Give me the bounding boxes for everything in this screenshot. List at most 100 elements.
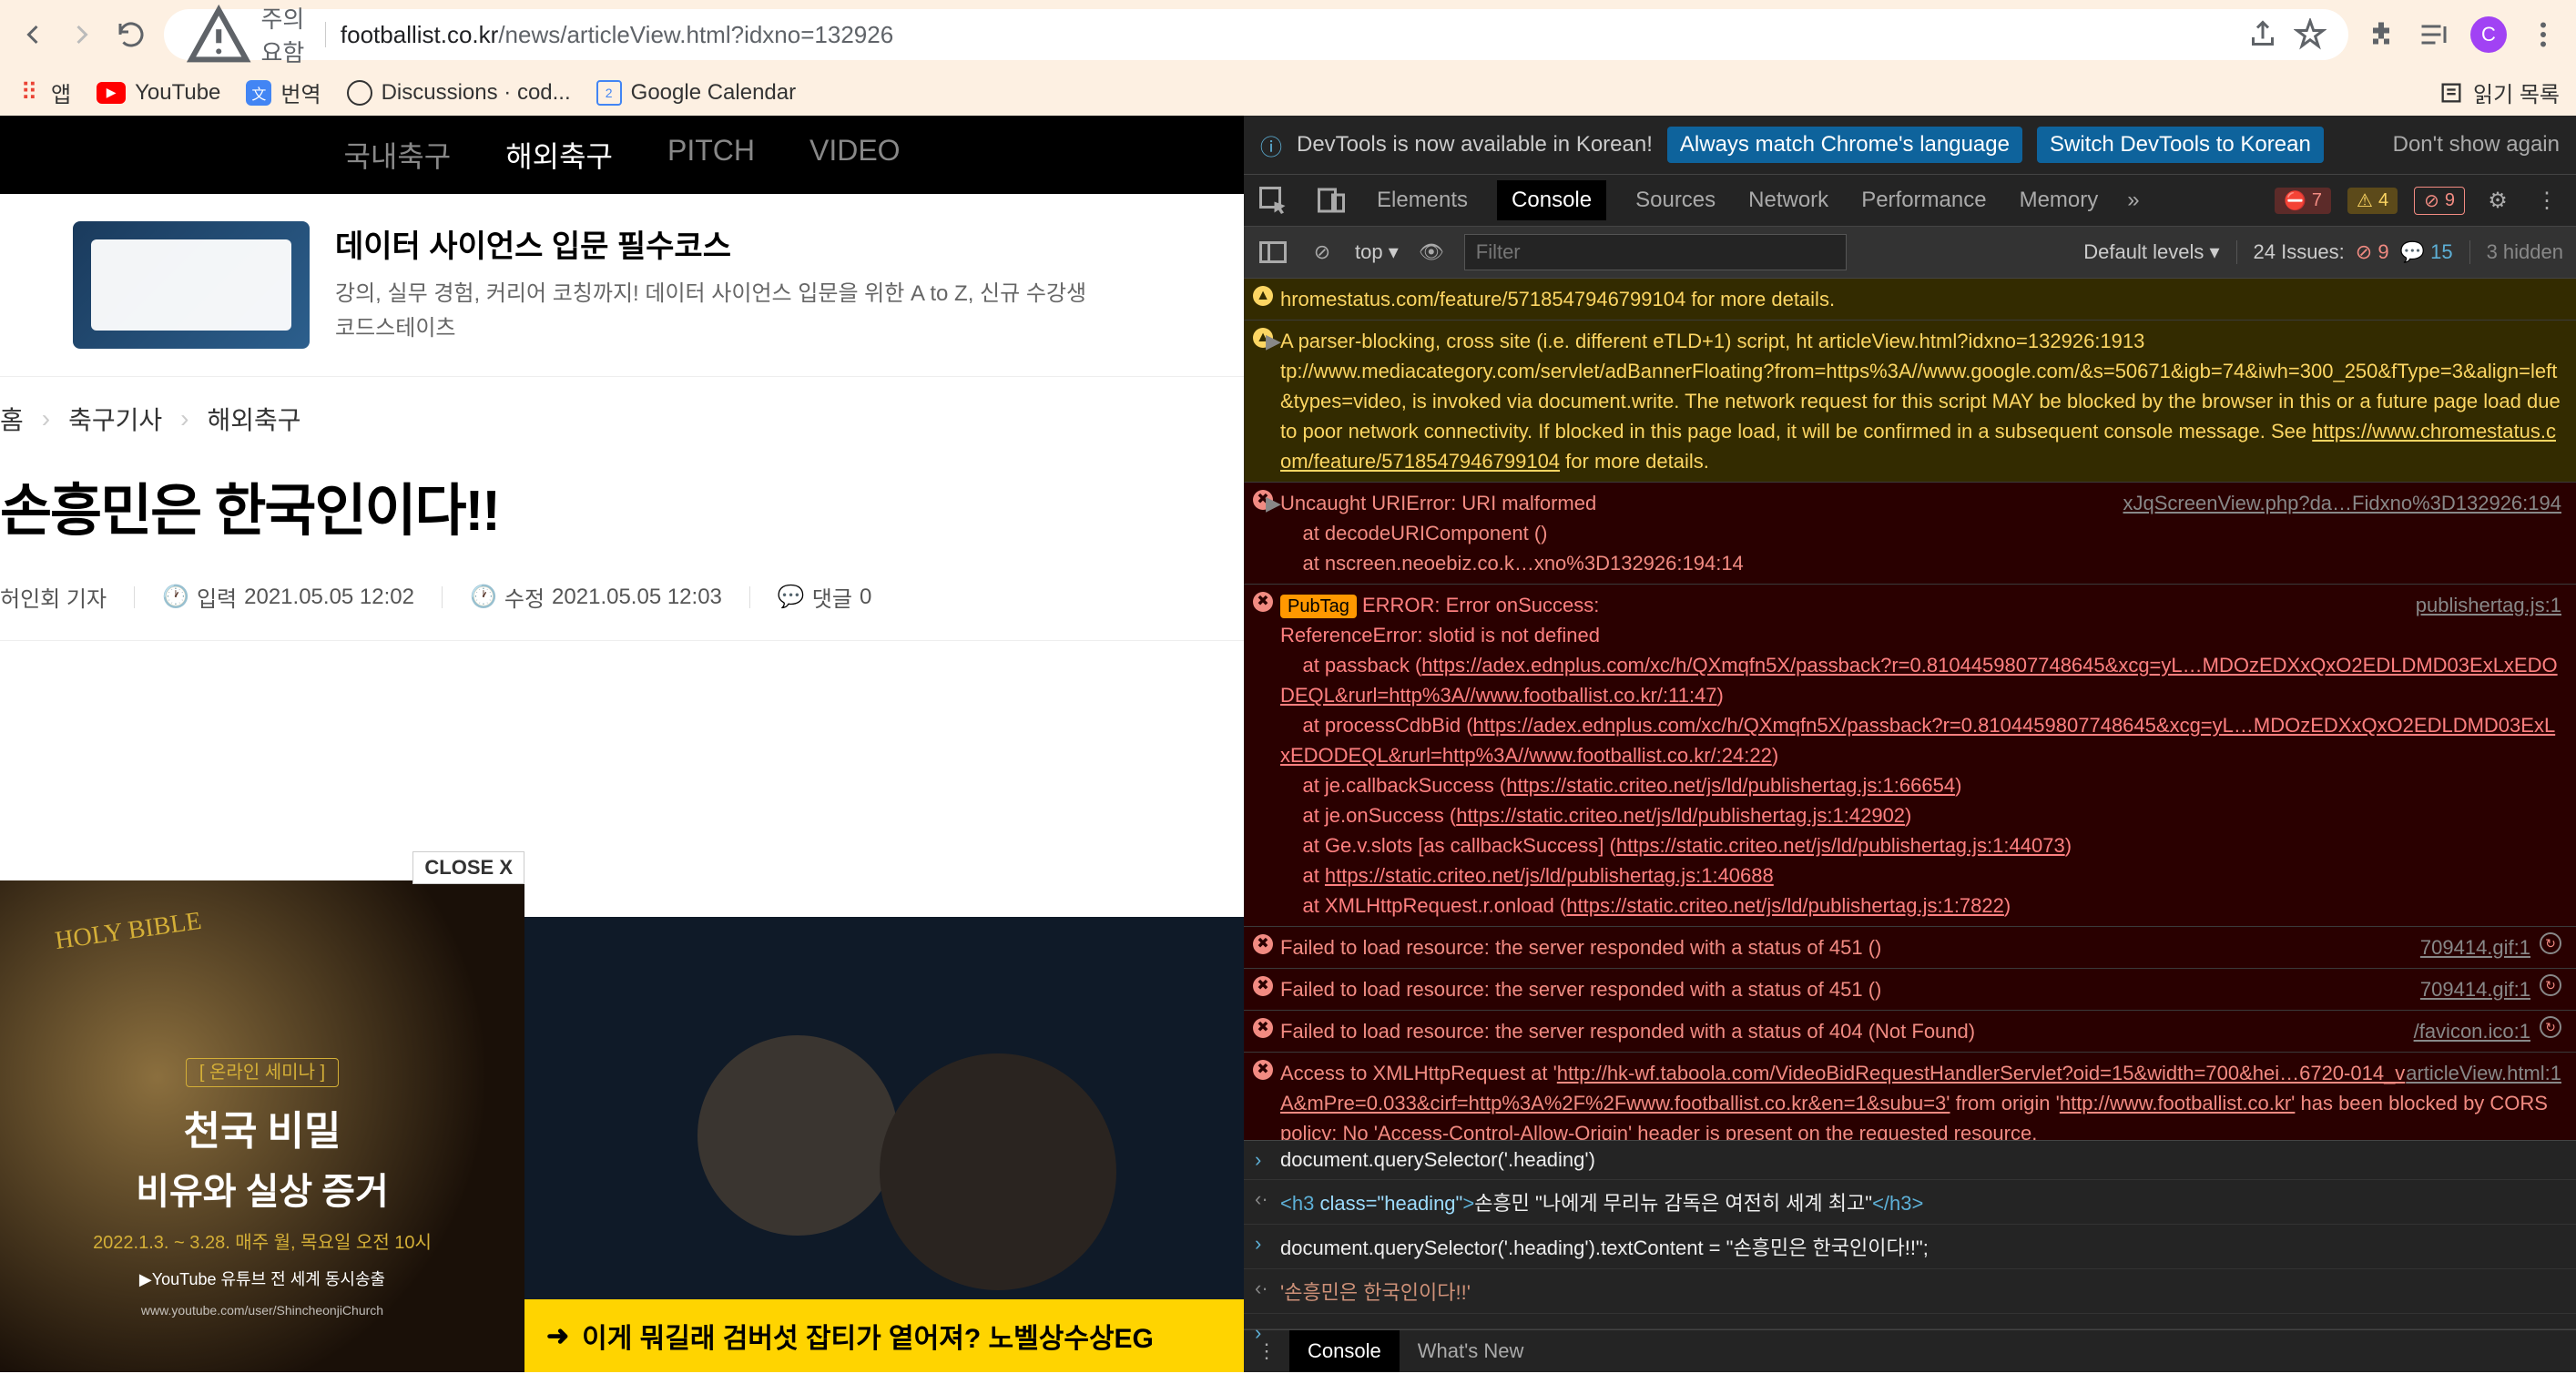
console-log-row[interactable]: ▲▶A parser-blocking, cross site (i.e. di… — [1244, 321, 2576, 483]
forward-button[interactable] — [66, 18, 98, 51]
menu-icon[interactable] — [2527, 18, 2560, 51]
devtools-panel: ⓘ DevTools is now available in Korean! A… — [1244, 116, 2576, 1372]
ad-title: 데이터 사이언스 입문 필수코스 — [335, 221, 1086, 266]
warning-count-badge[interactable]: ⚠ 4 — [2347, 188, 2398, 214]
more-tabs-icon[interactable]: » — [2127, 188, 2139, 213]
inspect-icon[interactable] — [1257, 184, 1289, 217]
overlay-source: www.youtube.com/user/ShincheonjiChurch — [0, 1303, 524, 1318]
console-input-area: ›document.querySelector('.heading')‹· <h… — [1244, 1140, 2576, 1329]
tab-performance[interactable]: Performance — [1858, 180, 1990, 220]
ad-banner[interactable]: 데이터 사이언스 입문 필수코스 강의, 실무 경험, 커리어 코칭까지! 데이… — [0, 194, 1244, 377]
tab-sources[interactable]: Sources — [1632, 180, 1719, 220]
tab-console[interactable]: Console — [1497, 180, 1606, 220]
dismiss-button[interactable]: Don't show again — [2393, 132, 2560, 158]
article-meta: 허인회 기자 🕐 입력 2021.05.05 12:02 🕐 수정 2021.0… — [0, 565, 1244, 641]
nav-domestic[interactable]: 국내축구 — [343, 134, 451, 176]
nav-overseas[interactable]: 해외축구 — [505, 134, 613, 176]
article-headline: 손흥민은 한국인이다!! — [0, 437, 1244, 565]
overlay-bible-text: HOLY BIBLE — [54, 907, 204, 956]
hidden-count[interactable]: 3 hidden — [2469, 240, 2563, 264]
breadcrumb-category[interactable]: 축구기사 — [68, 401, 162, 437]
security-warning-text: 주의 요함 — [260, 1, 310, 68]
reading-list-icon[interactable] — [2418, 18, 2450, 51]
console-log-row[interactable]: ✖↻709414.gif:1Failed to load resource: t… — [1244, 969, 2576, 1011]
extensions-icon[interactable] — [2365, 18, 2398, 51]
reading-list-icon — [2439, 80, 2464, 106]
console-output-row: ‹· <h3 class="heading">손흥민 "나에게 무리뉴 감독은 … — [1244, 1180, 2576, 1225]
context-selector[interactable]: top ▾ — [1355, 240, 1399, 264]
filter-input[interactable] — [1464, 234, 1847, 270]
bookmark-translate[interactable]: 文번역 — [246, 76, 321, 108]
share-icon[interactable] — [2246, 18, 2279, 51]
bookmark-discussions[interactable]: Discussions · cod... — [347, 80, 571, 106]
arrow-icon: ➜ — [546, 1320, 569, 1352]
overlay-date: 2022.1.3. ~ 3.28. 매주 월, 목요일 오전 10시 — [0, 1227, 524, 1254]
tab-network[interactable]: Network — [1745, 180, 1832, 220]
devtools-drawer-tabs: ⋮ Console What's New — [1244, 1329, 2576, 1372]
profile-avatar[interactable]: C — [2470, 16, 2507, 53]
security-warning[interactable]: 주의 요함 — [186, 1, 311, 68]
breadcrumb-sub[interactable]: 해외축구 — [207, 401, 300, 437]
ad-desc: 강의, 실무 경험, 커리어 코칭까지! 데이터 사이언스 입문을 위한 A t… — [335, 277, 1086, 311]
overlay-youtube: ▶YouTube 유튜브 전 세계 동시송출 — [0, 1267, 524, 1290]
article-author: 허인회 기자 — [0, 581, 107, 613]
console-filter-bar: ⊘ top ▾ 👁 Default levels ▾ 24 Issues: ⊘ … — [1244, 227, 2576, 279]
sidebar-toggle-icon[interactable] — [1257, 236, 1289, 269]
drawer-tab-whatsnew[interactable]: What's New — [1400, 1330, 1543, 1372]
devtools-menu-icon[interactable]: ⋮ — [2530, 184, 2563, 217]
issues-label[interactable]: 24 Issues: — [2254, 240, 2345, 264]
star-icon[interactable] — [2294, 18, 2327, 51]
issue-count-badge[interactable]: ⊘ 9 — [2414, 187, 2465, 215]
reading-list-button[interactable]: 읽기 목록 — [2473, 76, 2560, 108]
clear-console-icon[interactable]: ⊘ — [1306, 236, 1339, 269]
info-icon: ⓘ — [1260, 129, 1282, 161]
overlay-close-button[interactable]: CLOSE X — [412, 851, 524, 884]
web-page: 국내축구 해외축구 PITCH VIDEO 데이터 사이언스 입문 필수코스 강… — [0, 116, 1244, 1372]
bookmark-calendar[interactable]: 2Google Calendar — [596, 80, 796, 106]
address-bar[interactable]: 주의 요함 footballist.co.kr/news/articleView… — [164, 9, 2348, 60]
log-levels-selector[interactable]: Default levels ▾ — [2083, 240, 2219, 264]
settings-icon[interactable]: ⚙ — [2481, 184, 2514, 217]
breadcrumb-home[interactable]: 홈 — [0, 401, 24, 437]
console-log-row[interactable]: ✖↻/favicon.ico:1Failed to load resource:… — [1244, 1011, 2576, 1053]
tab-elements[interactable]: Elements — [1373, 180, 1471, 220]
yellow-ad-bar[interactable]: ➜ 이게 뭐길래 검버섯 잡티가 옅어져? 노벨상수상EG — [524, 1299, 1244, 1372]
overlay-title-2: 비유와 실상 증거 — [0, 1162, 524, 1215]
nav-pitch[interactable]: PITCH — [667, 134, 755, 176]
bookmark-youtube[interactable]: ▶YouTube — [97, 80, 220, 106]
devtools-locale-banner: ⓘ DevTools is now available in Korean! A… — [1244, 116, 2576, 175]
article-comments[interactable]: 💬 댓글 0 — [778, 581, 871, 613]
console-log-row[interactable]: ▲hromestatus.com/feature/571854794679910… — [1244, 279, 2576, 321]
back-button[interactable] — [16, 18, 49, 51]
devtools-tabs: Elements Console Sources Network Perform… — [1244, 175, 2576, 227]
ad-brand: 코드스테이츠 — [335, 311, 1086, 346]
console-input-row[interactable]: ›document.querySelector('.heading').text… — [1244, 1225, 2576, 1269]
console-log-row[interactable]: ✖articleView.html:1Access to XMLHttpRequ… — [1244, 1053, 2576, 1140]
url-text: footballist.co.kr/news/articleView.html?… — [341, 21, 2232, 49]
live-expression-icon[interactable]: 👁 — [1415, 236, 1448, 269]
drawer-tab-console[interactable]: Console — [1289, 1330, 1400, 1372]
drawer-menu-icon[interactable]: ⋮ — [1244, 1330, 1289, 1372]
console-input-row[interactable]: ›document.querySelector('.heading') — [1244, 1141, 2576, 1180]
tab-memory[interactable]: Memory — [2016, 180, 2103, 220]
nav-video[interactable]: VIDEO — [809, 134, 901, 176]
browser-toolbar: 주의 요함 footballist.co.kr/news/articleView… — [0, 0, 2576, 69]
device-icon[interactable] — [1315, 184, 1348, 217]
console-log-row[interactable]: ✖▶xJqScreenView.php?da…Fidxno%3D132926:1… — [1244, 483, 2576, 585]
error-count-badge[interactable]: ⛔ 7 — [2275, 188, 2331, 214]
console-input-row[interactable]: › — [1244, 1314, 2576, 1329]
apps-shortcut[interactable]: ⠿앱 — [16, 76, 71, 108]
overlay-title-1: 천국 비밀 — [0, 1098, 524, 1156]
switch-korean-button[interactable]: Switch DevTools to Korean — [2037, 127, 2324, 163]
match-language-button[interactable]: Always match Chrome's language — [1667, 127, 2022, 163]
bookmarks-bar: ⠿앱 ▶YouTube 文번역 Discussions · cod... 2Go… — [0, 69, 2576, 116]
console-log-row[interactable]: ✖publishertag.js:1PubTag ERROR: Error on… — [1244, 585, 2576, 927]
breadcrumb: 홈 › 축구기사 › 해외축구 — [0, 377, 1244, 437]
youtube-icon: ▶ — [97, 82, 126, 104]
overlay-badge: [ 온라인 세미나 ] — [186, 1058, 339, 1087]
console-log-row[interactable]: ✖↻709414.gif:1Failed to load resource: t… — [1244, 927, 2576, 969]
console-log[interactable]: ▲hromestatus.com/feature/571854794679910… — [1244, 279, 2576, 1140]
calendar-icon: 2 — [596, 80, 622, 106]
apps-icon: ⠿ — [16, 80, 42, 106]
reload-button[interactable] — [115, 18, 148, 51]
